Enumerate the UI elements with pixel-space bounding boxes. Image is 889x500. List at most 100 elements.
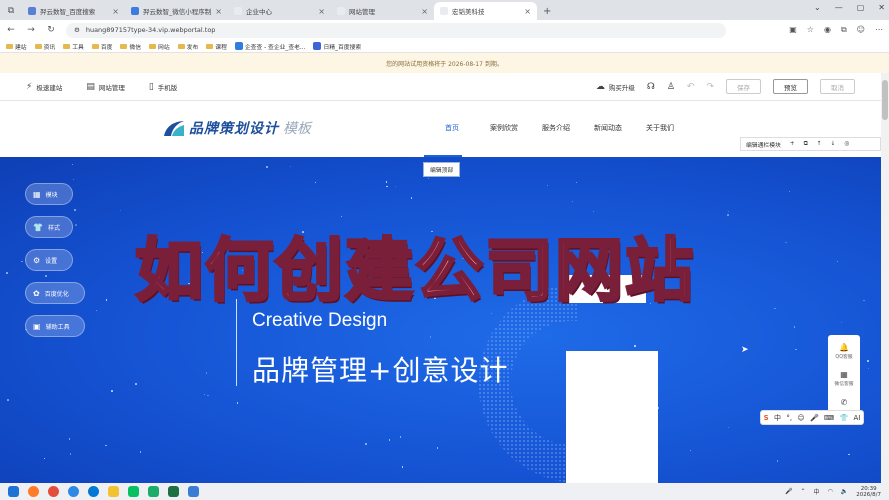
bookmark-item[interactable]: 发布 xyxy=(177,42,198,51)
volume-icon[interactable]: 🔈 xyxy=(841,488,848,495)
panel-seo[interactable]: ✿ 百度优化 xyxy=(25,282,85,304)
headset-icon[interactable]: ☊ xyxy=(647,82,655,92)
ime-skin-icon[interactable]: 👕 xyxy=(839,414,848,422)
reload-icon[interactable]: ↻ xyxy=(46,25,56,35)
firefox-icon[interactable] xyxy=(28,486,39,497)
ime-keyboard-icon[interactable]: ⌨ xyxy=(824,414,834,422)
panel-styles[interactable]: 👕 样式 xyxy=(25,216,73,238)
ime-emoji-icon[interactable]: ☺ xyxy=(797,414,804,422)
bookmark-item[interactable]: 企查查 - 查企业_查老... xyxy=(234,42,305,51)
explorer-icon[interactable] xyxy=(108,486,119,497)
start-icon[interactable] xyxy=(8,486,19,497)
hero-banner[interactable]: Creative Design 品牌管理+创意设计 如何创建公司网站 xyxy=(0,157,881,483)
extensions-icon[interactable]: ⧉ xyxy=(841,25,847,35)
wechat-icon[interactable] xyxy=(128,486,139,497)
undo-icon[interactable]: ↶ xyxy=(687,82,695,92)
quick-build-button[interactable]: ⚡ 极速建站 xyxy=(26,82,62,92)
minimize-icon[interactable]: — xyxy=(835,3,843,12)
ime-lang[interactable]: 中 xyxy=(774,413,781,423)
panel-settings[interactable]: ⚙ 设置 xyxy=(25,249,73,271)
tab-4[interactable]: 宏韬美科技 × xyxy=(434,2,537,20)
star-dot xyxy=(401,466,404,468)
bookmark-item[interactable]: 网站 xyxy=(149,42,170,51)
redo-icon[interactable]: ↷ xyxy=(706,82,714,92)
tab-3[interactable]: 网站管理 × xyxy=(331,2,434,20)
back-icon[interactable]: ← xyxy=(6,25,16,35)
bookmark-item[interactable]: 微信 xyxy=(120,42,141,51)
page-scrollbar[interactable] xyxy=(881,73,889,483)
close-icon[interactable]: × xyxy=(112,7,119,16)
account-icon[interactable]: ☺ xyxy=(857,25,865,35)
star-dot xyxy=(727,426,730,429)
screenshot-icon[interactable]: ▣ xyxy=(789,25,797,35)
wechat-service[interactable]: ▦ 微信客服 xyxy=(834,370,853,387)
panel-modules[interactable]: ▦ 模块 xyxy=(25,183,73,205)
scrollbar-thumb[interactable] xyxy=(882,80,888,120)
clock[interactable]: 20:39 2026/8/7 xyxy=(856,486,881,498)
eye-icon[interactable]: ◎ xyxy=(845,141,850,147)
excel-icon[interactable] xyxy=(168,486,179,497)
tab-1[interactable]: 羿云数智_微信小程序制作平台× xyxy=(125,2,228,20)
bookmark-item[interactable]: 课程 xyxy=(206,42,227,51)
ime-punct[interactable]: °, xyxy=(786,414,792,422)
ime-logo-icon[interactable]: S xyxy=(764,414,769,422)
bookmark-item[interactable]: 资讯 xyxy=(34,42,55,51)
profile-icon[interactable]: ◉ xyxy=(824,25,831,35)
nav-cases[interactable]: 案例欣赏 xyxy=(478,123,530,133)
add-icon[interactable]: + xyxy=(790,141,795,147)
nav-about[interactable]: 关于我们 xyxy=(634,123,686,133)
user-icon[interactable]: ♙ xyxy=(667,82,675,92)
nav-home[interactable]: 首页 xyxy=(426,123,478,133)
close-icon[interactable]: × xyxy=(215,7,222,16)
chevron-up-icon[interactable]: ⌃ xyxy=(801,488,806,495)
close-icon[interactable]: × xyxy=(318,7,325,16)
ime-mic-icon[interactable]: 🎤 xyxy=(810,414,819,422)
wifi-icon[interactable]: ◠ xyxy=(828,488,833,495)
new-tab-icon[interactable]: + xyxy=(537,2,557,20)
site-info-icon[interactable]: ⚙ xyxy=(74,26,80,34)
star-icon[interactable]: ☆ xyxy=(807,25,814,35)
input-lang[interactable]: 中 xyxy=(814,487,820,496)
edge-icon[interactable] xyxy=(88,486,99,497)
panel-tools[interactable]: ▣ 辅助工具 xyxy=(25,315,85,337)
save-button[interactable]: 保存 xyxy=(726,79,761,94)
site-manage-button[interactable]: ▤ 网站管理 xyxy=(86,82,125,92)
browser-icon[interactable] xyxy=(68,486,79,497)
copy-icon[interactable]: ⧉ xyxy=(804,141,808,148)
bookmark-item[interactable]: 工具 xyxy=(63,42,84,51)
mobile-button[interactable]: ▯ 手机版 xyxy=(149,82,177,92)
preview-button[interactable]: 预览 xyxy=(773,79,808,94)
tab-actions-icon[interactable]: ⧉ xyxy=(0,2,22,20)
url-bar[interactable]: ⚙ huang897157type-34.vip.webportal.top xyxy=(66,22,726,38)
nav-news[interactable]: 新闻动态 xyxy=(582,123,634,133)
chevron-down-icon[interactable]: ⌄ xyxy=(814,3,821,12)
close-icon[interactable]: × xyxy=(524,7,531,16)
close-window-icon[interactable]: ✕ xyxy=(878,3,885,12)
qq-service[interactable]: 🔔 QQ客服 xyxy=(835,343,852,360)
app2-icon[interactable] xyxy=(188,486,199,497)
menu-icon[interactable]: ⋯ xyxy=(875,25,883,35)
forward-icon[interactable]: → xyxy=(26,25,36,35)
edit-header-badge[interactable]: 编辑顶部 xyxy=(423,162,461,177)
maximize-icon[interactable]: ▢ xyxy=(857,3,865,12)
app-icon[interactable] xyxy=(148,486,159,497)
overlay-title: 如何创建公司网站 xyxy=(133,231,696,313)
nav-services[interactable]: 服务介绍 xyxy=(530,123,582,133)
arrow-up-icon[interactable]: ↑ xyxy=(817,141,822,147)
close-icon[interactable]: × xyxy=(421,7,428,16)
cancel-button[interactable]: 取消 xyxy=(820,79,855,94)
mic-icon[interactable]: 🎤 xyxy=(785,488,792,495)
bookmark-item[interactable]: 日精_百度搜索 xyxy=(313,42,361,51)
ime-ai-icon[interactable]: AI xyxy=(853,414,860,422)
phone-service[interactable]: ✆ xyxy=(841,398,848,407)
site-logo[interactable]: 品牌策划设计 模板 xyxy=(163,118,311,138)
tab-2[interactable]: 企业中心 × xyxy=(228,2,331,20)
arrow-down-icon[interactable]: ↓ xyxy=(831,141,836,147)
tab-0[interactable]: 羿云数智_百度搜索 × xyxy=(22,2,125,20)
folder-icon xyxy=(34,43,42,49)
chrome-icon[interactable] xyxy=(48,486,59,497)
logo-text: 品牌策划设计 xyxy=(189,121,279,137)
upgrade-button[interactable]: ☁ 购买升级 xyxy=(596,82,635,92)
bookmark-item[interactable]: 百度 xyxy=(91,42,112,51)
bookmark-item[interactable]: 建站 xyxy=(6,42,27,51)
